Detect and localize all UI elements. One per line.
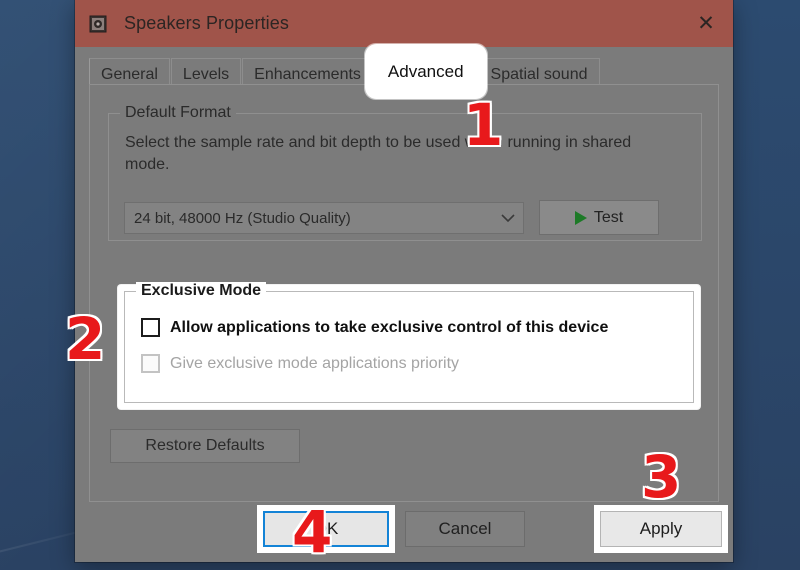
annotation-number-3: 3	[641, 443, 682, 511]
chevron-down-icon	[493, 213, 523, 223]
allow-exclusive-control-row[interactable]: Allow applications to take exclusive con…	[141, 318, 608, 337]
sample-rate-combobox[interactable]: 24 bit, 48000 Hz (Studio Quality)	[124, 202, 524, 234]
tab-advanced[interactable]: Advanced	[373, 53, 478, 90]
test-button[interactable]: Test	[539, 200, 659, 235]
cancel-button[interactable]: Cancel	[405, 511, 525, 547]
tab-content-panel: Default Format Select the sample rate an…	[89, 84, 719, 502]
restore-defaults-button[interactable]: Restore Defaults	[110, 429, 300, 463]
default-format-title: Default Format	[120, 104, 236, 122]
annotation-number-1: 1	[463, 91, 504, 159]
default-format-description: Select the sample rate and bit depth to …	[125, 134, 632, 173]
checkbox-allow-exclusive-control-label: Allow applications to take exclusive con…	[170, 318, 609, 336]
give-priority-row: Give exclusive mode applications priorit…	[141, 354, 459, 373]
annotation-number-2: 2	[65, 305, 106, 373]
checkbox-give-exclusive-priority	[141, 354, 160, 373]
window-title: Speakers Properties	[124, 13, 289, 33]
speakers-properties-dialog: Speakers Properties ✕ General Levels Enh…	[75, 0, 733, 562]
sample-rate-value: 24 bit, 48000 Hz (Studio Quality)	[134, 209, 351, 227]
checkbox-give-exclusive-priority-label: Give exclusive mode applications priorit…	[170, 354, 460, 372]
play-triangle-icon	[574, 210, 587, 225]
default-format-group: Default Format Select the sample rate an…	[108, 104, 702, 241]
exclusive-mode-group: Exclusive Mode Allow applications to tak…	[124, 282, 694, 403]
annotation-number-4: 4	[292, 498, 333, 566]
apply-button[interactable]: Apply	[600, 511, 722, 547]
close-icon[interactable]: ✕	[679, 0, 733, 47]
test-button-label: Test	[593, 208, 624, 226]
exclusive-mode-title: Exclusive Mode	[136, 282, 267, 300]
speaker-icon	[88, 14, 108, 34]
checkbox-allow-exclusive-control[interactable]	[141, 318, 160, 337]
title-bar: Speakers Properties ✕	[75, 0, 733, 47]
